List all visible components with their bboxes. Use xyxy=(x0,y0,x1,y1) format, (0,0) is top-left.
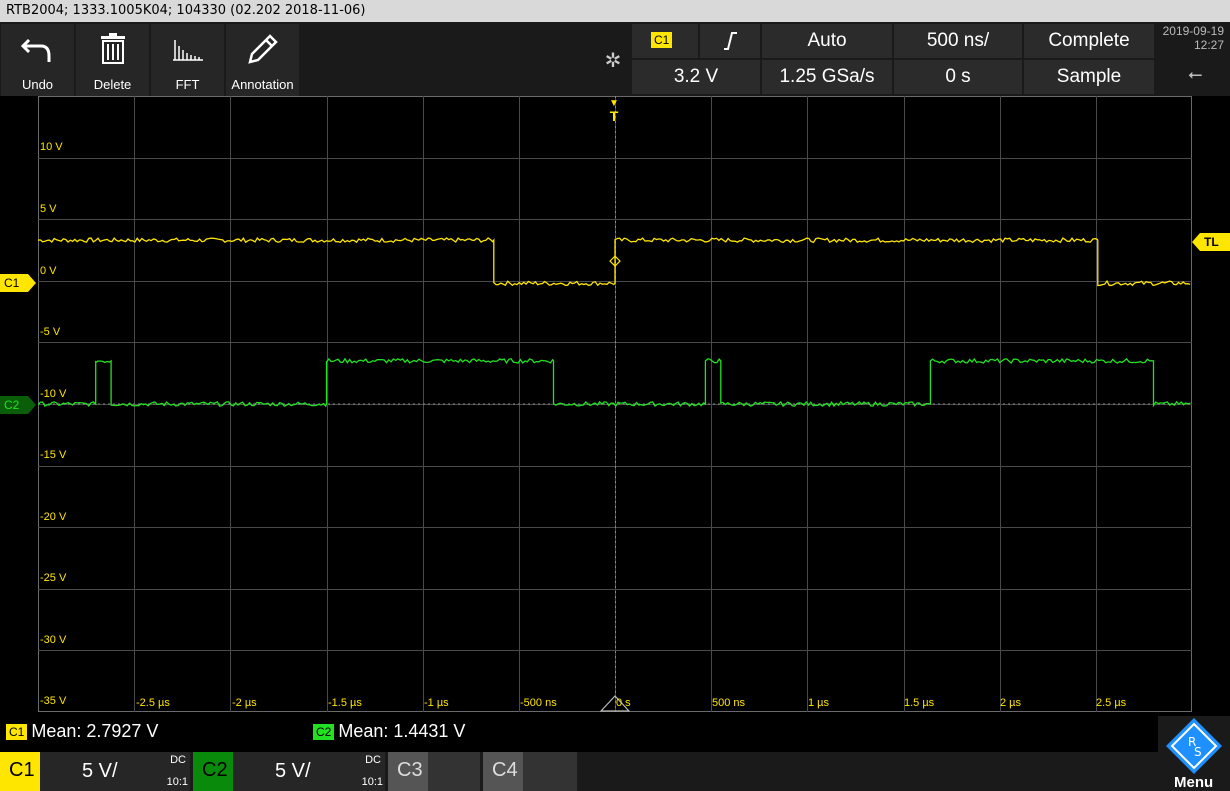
annotation-button[interactable]: Annotation xyxy=(226,24,299,96)
c4-channel-tab[interactable]: C4 xyxy=(483,752,523,791)
title-bar: RTB2004; 1333.1005K04; 104330 (02.202 20… xyxy=(0,0,1230,22)
x-label-neg1us: -1 µs xyxy=(424,697,449,709)
usb-icon: ⭠ xyxy=(1188,64,1203,85)
c2-settings-panel[interactable]: 5 V/ DC 10:1 xyxy=(233,752,385,791)
svg-text:S: S xyxy=(1194,745,1202,759)
waveform-c1 xyxy=(38,236,1191,287)
c3-settings-panel[interactable] xyxy=(428,752,480,791)
trash-icon xyxy=(101,33,125,64)
c2-mean-measurement[interactable]: C2 Mean: 1.4431 V xyxy=(313,719,465,743)
c1-channel-tab[interactable]: C1 xyxy=(0,752,40,791)
c1-probe: 10:1 xyxy=(166,776,188,788)
fft-button[interactable]: FFT xyxy=(151,24,224,96)
y-label-neg15v: -15 V xyxy=(40,449,67,461)
undo-button[interactable]: Undo xyxy=(1,24,74,96)
trigger-position-marker[interactable]: ▼ T xyxy=(606,98,622,126)
trigger-level-label: TL xyxy=(1204,235,1219,249)
waveform-c2 xyxy=(38,357,1191,408)
annotation-label: Annotation xyxy=(231,77,294,92)
c2-probe: 10:1 xyxy=(361,776,383,788)
y-label-neg5v: -5 V xyxy=(40,326,61,338)
acquisition-mode-cell[interactable]: Sample xyxy=(1024,60,1154,94)
time-position-cell[interactable]: 0 s xyxy=(894,60,1022,94)
title-text: RTB2004; 1333.1005K04; 104330 (02.202 20… xyxy=(6,3,366,18)
c1-tab-label: C1 xyxy=(9,759,35,781)
c3-channel-tab[interactable]: C3 xyxy=(388,752,428,791)
menu-button[interactable]: R S Menu xyxy=(1158,716,1230,791)
y-label-neg25v: -25 V xyxy=(40,572,67,584)
trigger-slope-cell[interactable] xyxy=(700,24,760,58)
timebase-scale-cell[interactable]: 500 ns/ xyxy=(894,24,1022,58)
y-label-neg30v: -30 V xyxy=(40,634,67,646)
c4-tab-label: C4 xyxy=(492,759,518,781)
c2-coupling: DC xyxy=(365,754,381,766)
x-label-0s: 0 s xyxy=(616,697,631,709)
x-label-neg2us: -2 µs xyxy=(232,697,257,709)
trigger-level-marker[interactable]: TL xyxy=(1192,233,1230,251)
undo-label: Undo xyxy=(21,77,54,92)
y-label-10v: 10 V xyxy=(40,141,63,153)
x-label-neg500ns: -500 ns xyxy=(520,697,557,709)
c2-channel-tab[interactable]: C2 xyxy=(193,752,233,791)
y-label-neg20v: -20 V xyxy=(40,511,67,523)
undo-icon xyxy=(20,38,51,62)
c2-meas-badge: C2 xyxy=(313,724,335,741)
c2-offset-marker[interactable]: C2 xyxy=(0,396,38,414)
trigger-mode-cell[interactable]: Auto xyxy=(762,24,892,58)
c1-marker-label: C1 xyxy=(4,276,20,290)
date-text: 2019-09-19 xyxy=(1162,24,1224,38)
c1-scale: 5 V/ xyxy=(82,760,118,782)
x-label-500ns: 500 ns xyxy=(712,697,746,709)
x-label-1us: 1 µs xyxy=(808,697,830,709)
c2-tab-label: C2 xyxy=(202,759,228,781)
delete-button[interactable]: Delete xyxy=(76,24,149,96)
y-label-neg35v: -35 V xyxy=(40,695,67,707)
delete-label: Delete xyxy=(93,77,132,92)
x-label-neg1-5us: -1.5 µs xyxy=(328,697,362,709)
fft-label: FFT xyxy=(175,77,200,92)
c4-settings-panel[interactable] xyxy=(523,752,577,791)
waveform-display[interactable] xyxy=(38,96,1192,712)
c2-mean-value: Mean: 1.4431 V xyxy=(338,721,466,741)
c1-mean-value: Mean: 2.7927 V xyxy=(31,721,159,741)
c2-marker-label: C2 xyxy=(4,398,20,412)
y-label-5v: 5 V xyxy=(40,203,57,215)
x-label-2us: 2 µs xyxy=(1000,697,1022,709)
c2-scale: 5 V/ xyxy=(275,760,311,782)
c3-tab-label: C3 xyxy=(397,759,423,781)
y-label-0v: 0 V xyxy=(40,265,57,277)
y-label-neg10v: -10 V xyxy=(40,388,67,400)
trigger-source-badge: C1 xyxy=(651,32,673,48)
trigger-source-cell[interactable]: C1 xyxy=(632,24,698,58)
fft-icon xyxy=(173,40,203,61)
x-label-1-5us: 1.5 µs xyxy=(904,697,935,709)
c1-mean-measurement[interactable]: C1 Mean: 2.7927 V xyxy=(6,719,158,743)
x-label-2-5us: 2.5 µs xyxy=(1096,697,1127,709)
trigger-level-cell[interactable]: 3.2 V xyxy=(632,60,760,94)
trigger-marker-label: T xyxy=(609,108,619,124)
c1-coupling: DC xyxy=(170,754,186,766)
pencil-icon xyxy=(248,34,278,64)
rising-edge-icon xyxy=(724,32,737,50)
x-label-neg2-5us: -2.5 µs xyxy=(136,697,170,709)
acquisition-status-cell[interactable]: Complete xyxy=(1024,24,1154,58)
gear-icon[interactable]: ✲ xyxy=(600,48,626,74)
time-text: 12:27 xyxy=(1193,38,1224,52)
c1-meas-badge: C1 xyxy=(6,724,28,741)
c1-offset-marker[interactable]: C1 xyxy=(0,274,38,292)
rohde-schwarz-logo-icon: R S xyxy=(1166,718,1222,774)
c1-settings-panel[interactable]: 5 V/ DC 10:1 xyxy=(40,752,190,791)
sample-rate-cell[interactable]: 1.25 GSa/s xyxy=(762,60,892,94)
menu-label: Menu xyxy=(1174,774,1214,791)
datetime: 2019-09-19 12:27 xyxy=(1158,24,1230,58)
